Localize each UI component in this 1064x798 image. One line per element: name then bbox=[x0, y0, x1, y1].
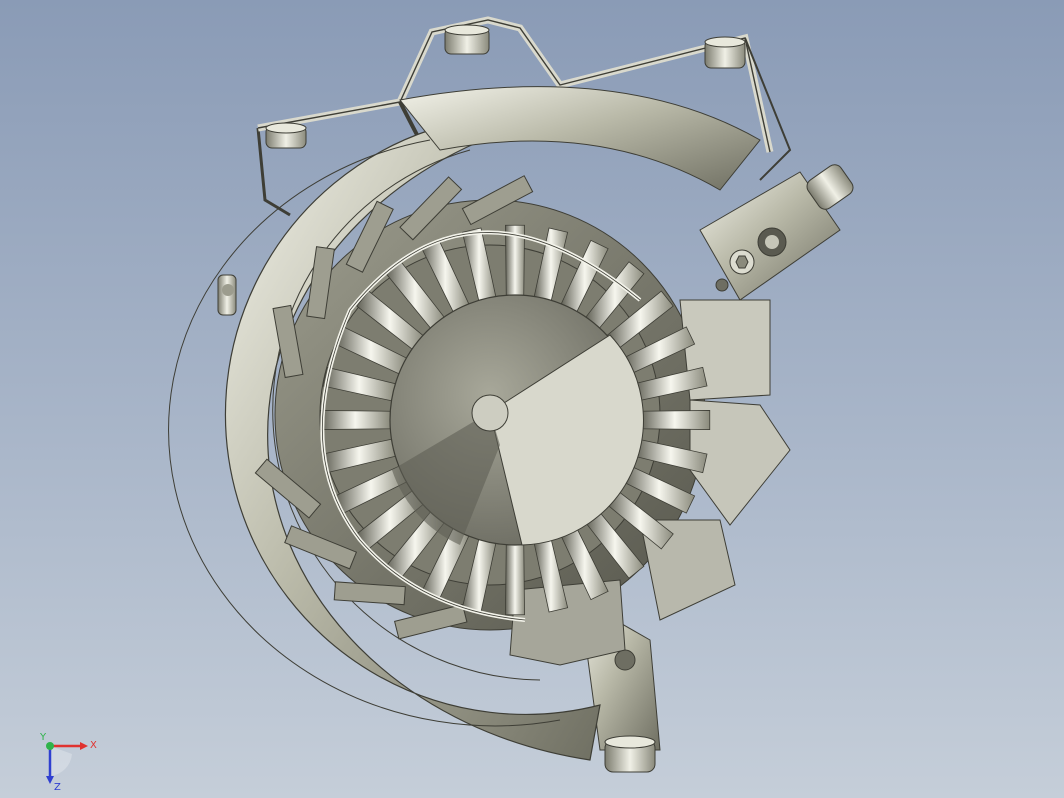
z-axis-arrow-icon bbox=[46, 776, 54, 784]
frame-post bbox=[704, 36, 746, 69]
y-axis-label: Y bbox=[39, 732, 47, 743]
x-axis-arrow-icon bbox=[80, 742, 88, 750]
turbine-model[interactable] bbox=[0, 0, 1064, 798]
y-axis-icon bbox=[46, 742, 54, 750]
rotor-blade bbox=[505, 544, 525, 616]
rotor-blade bbox=[319, 410, 391, 430]
z-axis-label: Z bbox=[54, 782, 61, 792]
frame-post bbox=[444, 24, 490, 55]
3d-cad-viewport[interactable]: X Y Z bbox=[0, 0, 1064, 798]
x-axis-label: X bbox=[90, 740, 97, 751]
rotor-blade bbox=[639, 410, 711, 430]
frame-post bbox=[265, 122, 307, 149]
coordinate-triad: X Y Z bbox=[39, 732, 97, 792]
